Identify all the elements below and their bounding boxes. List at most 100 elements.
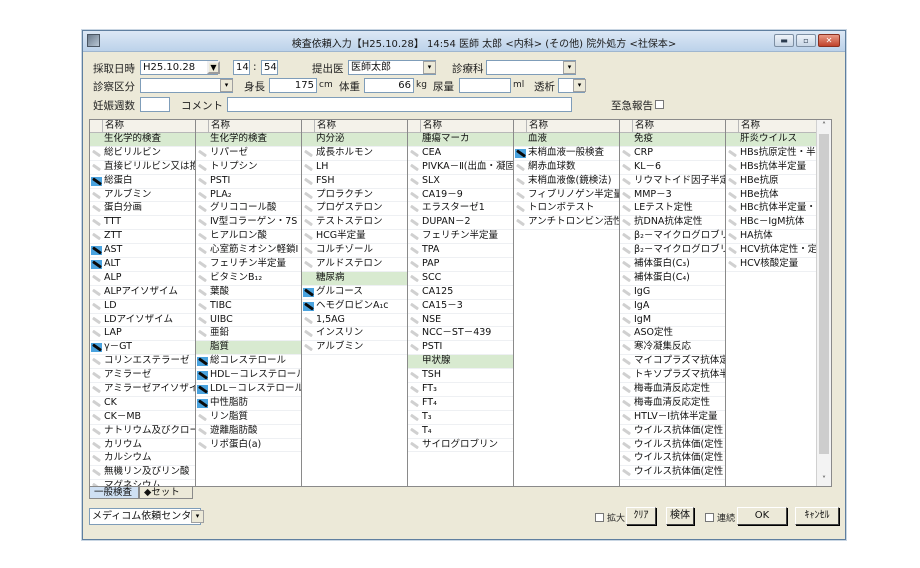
test-item-row[interactable]: MMP－3 bbox=[620, 189, 725, 203]
selected-pen-icon[interactable] bbox=[91, 176, 102, 186]
unselected-pen-icon[interactable] bbox=[197, 246, 208, 255]
test-item-row[interactable]: DUPAN－2 bbox=[408, 216, 513, 231]
unselected-pen-icon[interactable] bbox=[91, 427, 102, 436]
test-item-row[interactable]: ALPアイソザイム bbox=[90, 286, 195, 300]
selected-pen-icon[interactable] bbox=[197, 357, 208, 367]
department-dropdown[interactable]: ▾ bbox=[563, 61, 576, 74]
selected-pen-icon[interactable] bbox=[197, 371, 208, 381]
close-button[interactable]: ✕ bbox=[818, 34, 840, 47]
unselected-pen-icon[interactable] bbox=[621, 191, 632, 200]
test-item-row[interactable]: HBe抗原 bbox=[726, 175, 818, 189]
test-item-row[interactable]: HCV抗体定性・定量 bbox=[726, 244, 818, 259]
unselected-pen-icon[interactable] bbox=[515, 218, 526, 227]
unselected-pen-icon[interactable] bbox=[409, 246, 420, 255]
test-item-row[interactable]: FT₃ bbox=[408, 383, 513, 397]
unselected-pen-icon[interactable] bbox=[197, 149, 208, 158]
unselected-pen-icon[interactable] bbox=[91, 302, 102, 311]
test-item-row[interactable]: NSE bbox=[408, 314, 513, 328]
test-item-row[interactable]: リウマトイド因子半定量 bbox=[620, 175, 725, 189]
test-item-row[interactable]: トキソプラズマ抗体半定量 bbox=[620, 369, 725, 384]
test-item-row[interactable]: HBs抗体半定量 bbox=[726, 161, 818, 175]
unselected-pen-icon[interactable] bbox=[621, 399, 632, 408]
selected-pen-icon[interactable] bbox=[303, 287, 314, 297]
test-item-row[interactable]: 総ビリルビン bbox=[90, 147, 195, 161]
unselected-pen-icon[interactable] bbox=[409, 204, 420, 213]
scroll-up-icon[interactable]: ˄ bbox=[817, 120, 831, 132]
tab-general-tests[interactable]: 一般検査 bbox=[89, 487, 139, 499]
test-item-row[interactable]: γ－GT bbox=[90, 341, 195, 356]
test-item-row[interactable]: ALP bbox=[90, 272, 195, 286]
hour-field[interactable]: 14 bbox=[233, 60, 250, 75]
unselected-pen-icon[interactable] bbox=[727, 232, 738, 241]
test-item-row[interactable]: IgG bbox=[620, 286, 725, 300]
unselected-pen-icon[interactable] bbox=[197, 232, 208, 241]
unselected-pen-icon[interactable] bbox=[409, 302, 420, 311]
test-item-row[interactable]: 蛋白分画 bbox=[90, 202, 195, 217]
unselected-pen-icon[interactable] bbox=[197, 316, 208, 325]
urgent-report-checkbox[interactable] bbox=[655, 100, 664, 109]
test-item-row[interactable]: エラスターゼ1 bbox=[408, 202, 513, 217]
unselected-pen-icon[interactable] bbox=[621, 218, 632, 227]
visit-category-dropdown[interactable]: ▾ bbox=[220, 79, 233, 92]
unselected-pen-icon[interactable] bbox=[621, 204, 632, 213]
test-item-row[interactable]: LD bbox=[90, 300, 195, 314]
test-item-row[interactable]: PLA₂ bbox=[196, 189, 301, 203]
test-item-row[interactable]: 1,5AG bbox=[302, 314, 407, 328]
unselected-pen-icon[interactable] bbox=[303, 232, 314, 241]
test-item-row[interactable]: PIVKA－Ⅱ(出血・凝固 bbox=[408, 161, 513, 175]
ok-button[interactable]: OK bbox=[737, 507, 787, 525]
unselected-pen-icon[interactable] bbox=[197, 413, 208, 422]
unselected-pen-icon[interactable] bbox=[197, 260, 208, 269]
selected-pen-icon[interactable] bbox=[515, 148, 526, 158]
test-item-row[interactable]: 遊離脂肪酸 bbox=[196, 425, 301, 439]
unselected-pen-icon[interactable] bbox=[91, 204, 102, 213]
unselected-pen-icon[interactable] bbox=[621, 329, 632, 338]
test-item-row[interactable]: LDL－コレステロール bbox=[196, 383, 301, 397]
unselected-pen-icon[interactable] bbox=[409, 427, 420, 436]
test-item-row[interactable]: ビタミンB₁₂ bbox=[196, 272, 301, 286]
test-item-row[interactable]: AST bbox=[90, 244, 195, 259]
unselected-pen-icon[interactable] bbox=[91, 218, 102, 227]
unselected-pen-icon[interactable] bbox=[303, 191, 314, 200]
unselected-pen-icon[interactable] bbox=[303, 260, 314, 269]
unselected-pen-icon[interactable] bbox=[409, 343, 420, 352]
selected-pen-icon[interactable] bbox=[91, 260, 102, 270]
unselected-pen-icon[interactable] bbox=[515, 177, 526, 186]
test-item-row[interactable]: PAP bbox=[408, 258, 513, 272]
unselected-pen-icon[interactable] bbox=[409, 218, 420, 227]
test-item-row[interactable]: β₂－マイクログロブリン( bbox=[620, 244, 725, 259]
test-item-row[interactable]: LEテスト定性 bbox=[620, 202, 725, 217]
test-item-row[interactable]: テストステロン bbox=[302, 216, 407, 231]
test-item-row[interactable]: カリウム bbox=[90, 439, 195, 453]
test-item-row[interactable]: 末梢血液一般検査 bbox=[514, 147, 619, 161]
scroll-down-icon[interactable]: ˅ bbox=[817, 474, 831, 486]
unselected-pen-icon[interactable] bbox=[409, 329, 420, 338]
test-item-row[interactable]: アミラーゼ bbox=[90, 369, 195, 384]
unselected-pen-icon[interactable] bbox=[91, 385, 102, 394]
unselected-pen-icon[interactable] bbox=[197, 191, 208, 200]
test-item-row[interactable]: 総蛋白 bbox=[90, 175, 195, 189]
tab-sets[interactable]: ◆セット bbox=[139, 487, 193, 499]
urine-field[interactable] bbox=[459, 78, 511, 93]
test-item-row[interactable]: 末梢血液像(鏡検法) bbox=[514, 175, 619, 189]
test-item-row[interactable]: CA125 bbox=[408, 286, 513, 300]
unselected-pen-icon[interactable] bbox=[727, 260, 738, 269]
pregnancy-weeks-field[interactable] bbox=[140, 97, 170, 112]
unselected-pen-icon[interactable] bbox=[621, 302, 632, 311]
test-item-row[interactable]: 寒冷凝集反応 bbox=[620, 341, 725, 356]
unselected-pen-icon[interactable] bbox=[409, 232, 420, 241]
unselected-pen-icon[interactable] bbox=[409, 288, 420, 297]
test-item-row[interactable]: HTLV－Ⅰ抗体半定量 bbox=[620, 411, 725, 425]
unselected-pen-icon[interactable] bbox=[197, 163, 208, 172]
test-item-row[interactable]: ウイルス抗体価(定性・半 bbox=[620, 452, 725, 467]
test-item-row[interactable]: LH bbox=[302, 161, 407, 175]
height-field[interactable]: 175 bbox=[269, 78, 317, 93]
test-item-row[interactable]: CA15－3 bbox=[408, 300, 513, 314]
unselected-pen-icon[interactable] bbox=[91, 413, 102, 422]
unselected-pen-icon[interactable] bbox=[621, 316, 632, 325]
unselected-pen-icon[interactable] bbox=[303, 316, 314, 325]
test-item-row[interactable]: LDアイソザイム bbox=[90, 314, 195, 328]
dialysis-dropdown[interactable]: ▾ bbox=[573, 79, 586, 92]
unselected-pen-icon[interactable] bbox=[91, 191, 102, 200]
test-item-row[interactable]: CK－MB bbox=[90, 411, 195, 425]
